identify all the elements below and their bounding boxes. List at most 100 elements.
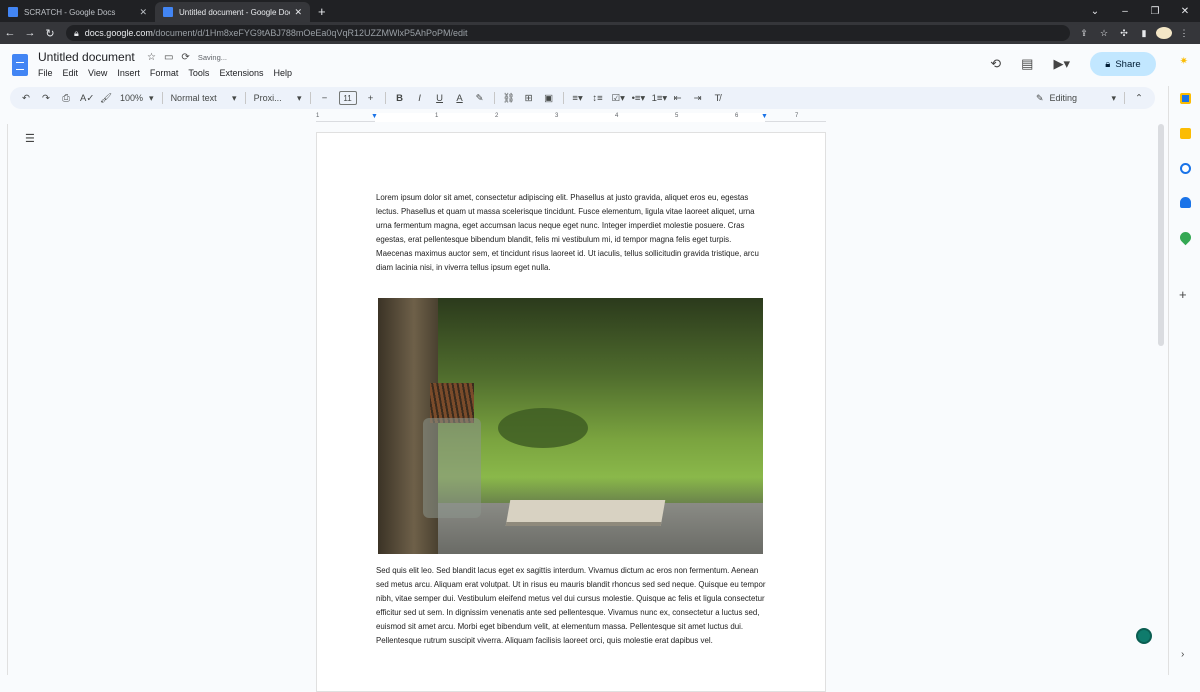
toolbar-divider xyxy=(493,92,495,104)
document-page[interactable]: Lorem ipsum dolor sit amet, consectetur … xyxy=(316,132,826,692)
browser-tab-scratch[interactable]: SCRATCH - Google Docs ✕ xyxy=(0,2,155,22)
zoom-dropdown[interactable]: 100% ▾ xyxy=(120,93,154,104)
docs-logo-icon[interactable] xyxy=(12,54,28,76)
comments-icon[interactable]: ▤ xyxy=(1021,56,1033,72)
decrease-indent-icon[interactable]: ⇤ xyxy=(672,93,684,104)
text-color-icon[interactable]: A xyxy=(454,93,466,104)
menu-edit[interactable]: Edit xyxy=(63,68,79,78)
calendar-icon[interactable] xyxy=(1180,93,1191,104)
new-tab-button[interactable]: + xyxy=(310,4,334,22)
left-indent-marker[interactable]: ▼ xyxy=(371,113,378,120)
menu-insert[interactable]: Insert xyxy=(117,68,140,78)
get-addons-icon[interactable]: + xyxy=(1179,287,1187,302)
lock-icon: 🔒︎ xyxy=(74,27,79,38)
print-icon[interactable]: ⎙ xyxy=(60,93,72,104)
docs-favicon-icon xyxy=(163,7,173,17)
style-value: Normal text xyxy=(170,93,217,103)
image-glass-jar xyxy=(423,418,481,518)
close-tab-icon[interactable]: ✕ xyxy=(294,7,302,18)
bookmark-star-icon[interactable]: ☆ xyxy=(1096,28,1112,39)
maps-icon[interactable] xyxy=(1177,229,1194,246)
underline-icon[interactable]: U xyxy=(434,93,446,104)
insert-link-icon[interactable]: ⛓︎ xyxy=(503,93,515,104)
meet-icon[interactable]: ▶▾ xyxy=(1053,56,1070,72)
document-title[interactable]: Untitled document xyxy=(38,50,135,64)
url-field[interactable]: 🔒︎ docs.google.com /document/d/1Hm8xeFYG… xyxy=(66,25,1070,41)
highlight-icon[interactable]: ✎ xyxy=(474,93,486,104)
back-icon[interactable]: ← xyxy=(0,27,20,39)
restore-icon[interactable]: ❐ xyxy=(1140,6,1170,17)
version-history-icon[interactable]: ⟲ xyxy=(990,56,1001,72)
align-left-icon[interactable]: ≡▾ xyxy=(572,93,584,104)
garden-pencils-image[interactable] xyxy=(378,298,763,554)
checklist-icon[interactable]: ☑▾ xyxy=(612,93,625,104)
share-button[interactable]: 🔒︎ Share xyxy=(1090,52,1156,76)
undo-icon[interactable]: ↶ xyxy=(20,93,32,104)
toolbar-divider xyxy=(309,92,311,104)
minimize-icon[interactable]: – xyxy=(1110,6,1140,17)
extensions-icon[interactable]: ✣ xyxy=(1116,28,1132,39)
tasks-icon[interactable] xyxy=(1180,163,1191,174)
document-outline-icon[interactable]: ☰ xyxy=(25,132,35,145)
style-dropdown[interactable]: Normal text ▾ xyxy=(171,93,237,104)
profile-avatar[interactable] xyxy=(1156,27,1172,39)
insert-image-icon[interactable]: ▣ xyxy=(543,93,555,104)
grammarly-icon[interactable] xyxy=(1136,628,1152,644)
zoom-value: 100% xyxy=(120,93,144,103)
share-page-icon[interactable]: ⇪ xyxy=(1076,28,1092,39)
share-label: Share xyxy=(1115,58,1141,70)
image-pencils xyxy=(430,383,474,423)
close-tab-icon[interactable]: ✕ xyxy=(139,7,147,18)
line-spacing-icon[interactable]: ↕≡ xyxy=(592,93,604,104)
add-comment-icon[interactable]: ⊞ xyxy=(523,93,535,104)
window-controls: ⌄ – ❐ ✕ xyxy=(1080,0,1200,22)
collapse-menus-icon[interactable]: ⌃ xyxy=(1133,93,1145,104)
move-folder-icon[interactable]: ▭ xyxy=(164,52,173,63)
ruler-number: 7 xyxy=(795,113,799,119)
star-icon[interactable]: ☆ xyxy=(147,52,156,63)
menu-file[interactable]: File xyxy=(38,68,53,78)
show-side-panel-icon[interactable]: › xyxy=(1181,649,1184,660)
image-hedge xyxy=(498,408,588,448)
browser-menu-icon[interactable]: ⋮ xyxy=(1176,28,1192,39)
right-indent-marker[interactable]: ▼ xyxy=(761,113,768,120)
tab-search-icon[interactable]: ⌄ xyxy=(1080,6,1110,17)
menu-format[interactable]: Format xyxy=(150,68,179,78)
url-host: docs.google.com xyxy=(84,28,153,38)
increase-indent-icon[interactable]: ⇥ xyxy=(692,93,704,104)
vertical-scrollbar[interactable] xyxy=(1158,124,1164,346)
paragraph-2[interactable]: Sed quis elit leo. Sed blandit lacus ege… xyxy=(376,564,768,648)
keep-icon[interactable] xyxy=(1180,128,1191,139)
forward-icon[interactable]: → xyxy=(20,27,40,39)
toolbar-divider xyxy=(161,92,163,104)
decrease-font-size-icon[interactable]: − xyxy=(319,93,331,104)
font-dropdown[interactable]: Proxi... ▾ xyxy=(254,93,302,104)
menu-extensions[interactable]: Extensions xyxy=(219,68,263,78)
browser-tab-untitled[interactable]: Untitled document - Google Docs ✕ xyxy=(155,2,310,22)
numbered-list-icon[interactable]: 1≡▾ xyxy=(652,93,668,104)
font-size-input[interactable]: 11 xyxy=(338,91,357,105)
paragraph-1[interactable]: Lorem ipsum dolor sit amet, consectetur … xyxy=(376,191,768,275)
close-window-icon[interactable]: ✕ xyxy=(1170,6,1200,17)
menu-tools[interactable]: Tools xyxy=(188,68,209,78)
editing-mode-dropdown[interactable]: ✎ Editing ▾ xyxy=(1036,93,1116,104)
address-bar-row: ← → ↻ 🔒︎ docs.google.com /document/d/1Hm… xyxy=(0,22,1200,44)
contacts-icon[interactable] xyxy=(1180,197,1191,208)
italic-icon[interactable]: I xyxy=(414,93,426,104)
clear-formatting-icon[interactable]: T̸ xyxy=(712,93,724,104)
reload-icon[interactable]: ↻ xyxy=(40,27,60,40)
menu-view[interactable]: View xyxy=(88,68,107,78)
bulleted-list-icon[interactable]: •≡▾ xyxy=(632,93,646,104)
increase-font-size-icon[interactable]: + xyxy=(365,93,377,104)
vertical-ruler[interactable] xyxy=(0,124,8,675)
paint-format-icon[interactable]: 🖌︎ xyxy=(100,93,112,104)
gemini-icon[interactable]: ✷ xyxy=(1180,56,1188,67)
toolbar-divider xyxy=(244,92,246,104)
ruler-number: 3 xyxy=(555,113,559,119)
menu-help[interactable]: Help xyxy=(273,68,292,78)
sidebar-icon[interactable]: ▮ xyxy=(1136,28,1152,39)
redo-icon[interactable]: ↷ xyxy=(40,93,52,104)
bold-icon[interactable]: B xyxy=(394,93,406,104)
image-book xyxy=(505,500,666,526)
spellcheck-icon[interactable]: A✓ xyxy=(80,93,94,104)
